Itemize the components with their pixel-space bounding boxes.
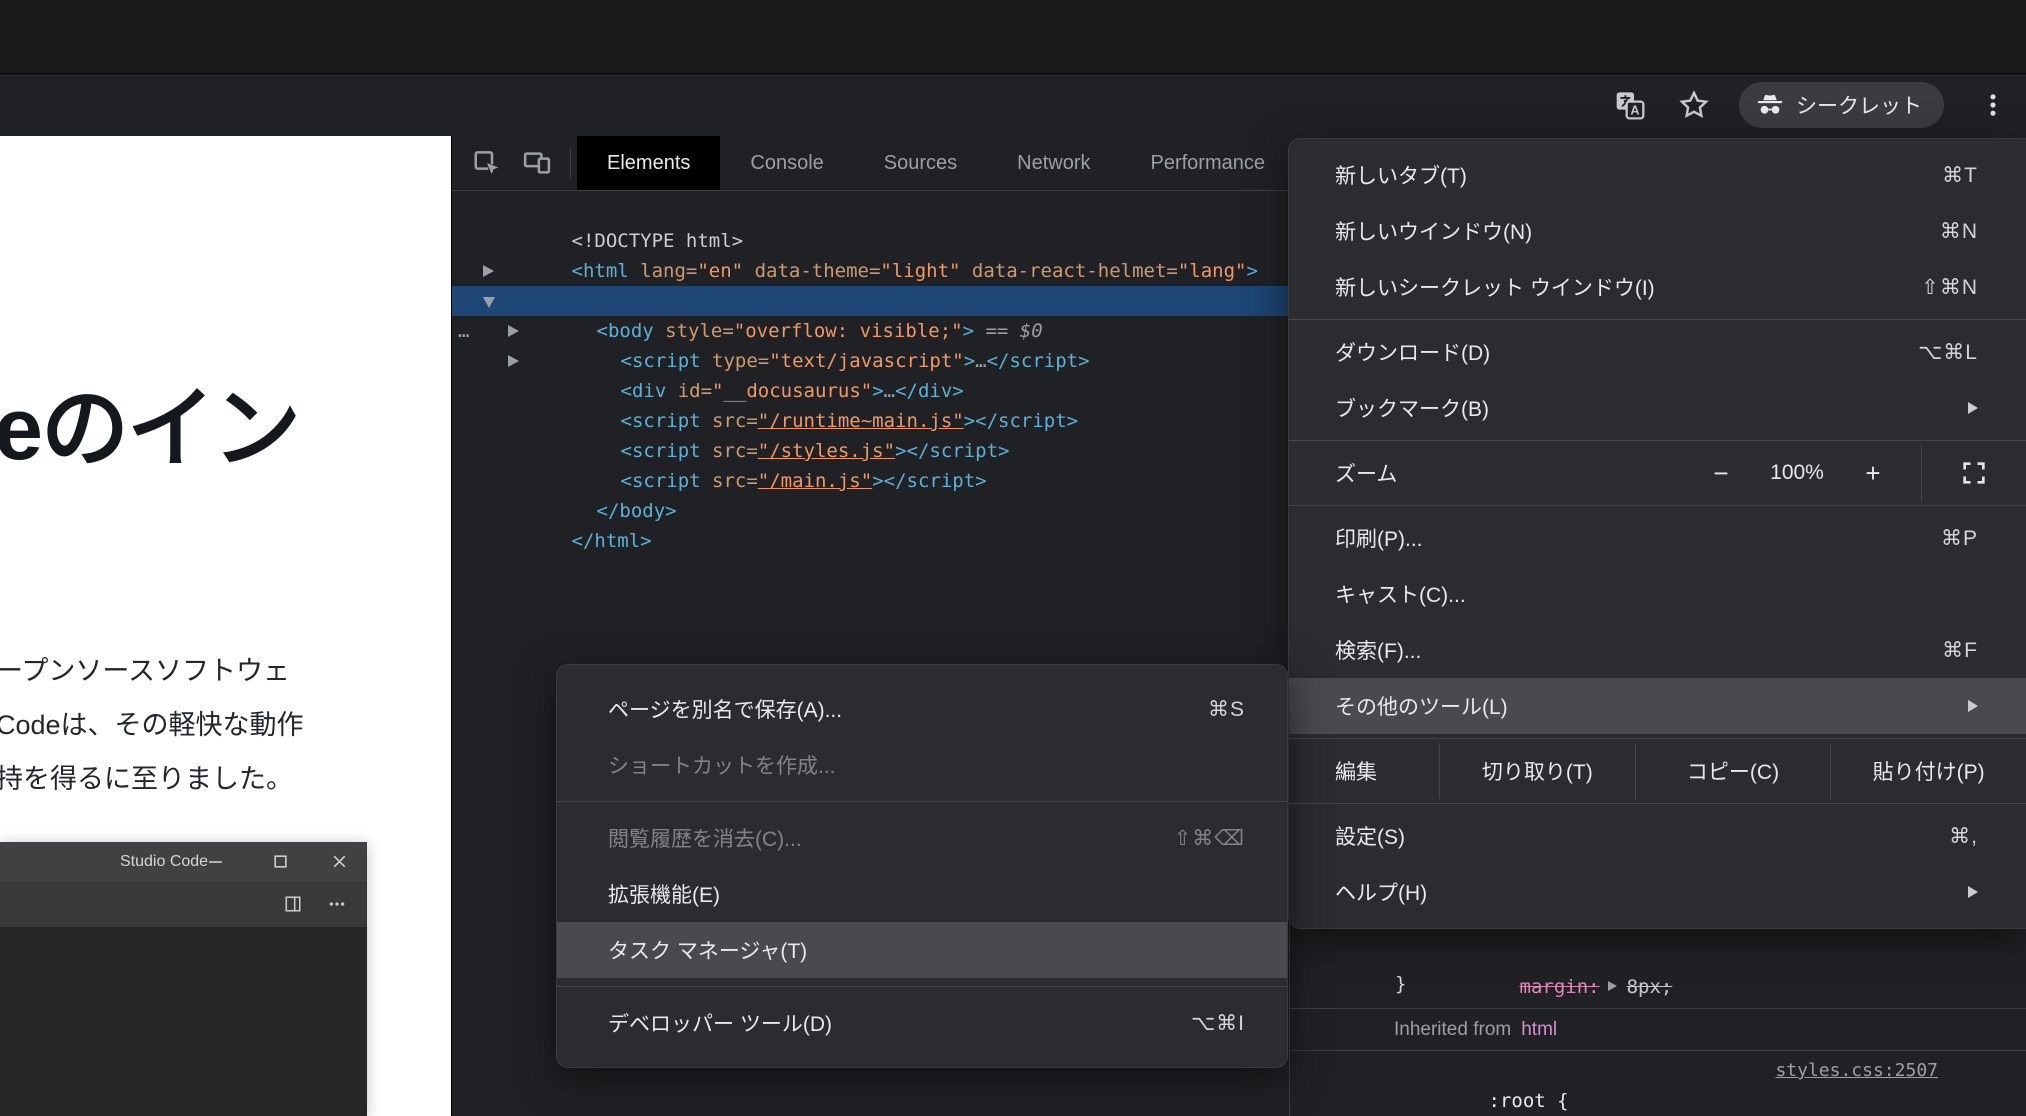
expand-arrow-icon[interactable] <box>483 265 494 277</box>
translate-icon[interactable]: A <box>1611 86 1649 124</box>
submenu-item-clear-browsing-data: 閲覧履歴を消去(C)... ⇧⌘⌫ <box>557 810 1287 866</box>
device-toolbar-icon[interactable] <box>522 148 552 178</box>
close-icon <box>331 853 348 870</box>
submenu-chevron-icon <box>1968 886 1978 898</box>
tab-network[interactable]: Network <box>987 136 1120 190</box>
copy-button[interactable]: コピー(C) <box>1636 743 1831 799</box>
fullscreen-button[interactable] <box>1922 459 2026 487</box>
incognito-badge: シークレット <box>1739 82 1944 128</box>
submenu-chevron-icon <box>1968 700 1978 712</box>
maximize-icon <box>272 853 289 870</box>
more-tools-submenu: ページを別名で保存(A)... ⌘S ショートカットを作成... 閲覧履歴を消去… <box>556 664 1288 1068</box>
more-actions-icon <box>328 895 346 913</box>
css-closing-brace: } <box>1395 969 1406 999</box>
menu-separator <box>1289 738 2026 739</box>
toolbar-right-cluster: A シークレット <box>1611 74 2026 136</box>
submenu-item-task-manager[interactable]: タスク マネージャ(T) <box>557 922 1287 978</box>
webpage-content: eのイン ープンソースソフトウェ Codeは、その軽快な動作 持を得るに至りまし… <box>0 136 451 1116</box>
tab-console[interactable]: Console <box>720 136 853 190</box>
paragraph-line: 持を得るに至りました。 <box>0 752 304 806</box>
collapse-arrow-icon[interactable] <box>483 297 495 308</box>
tab-elements[interactable]: Elements <box>577 136 720 190</box>
menu-item-more-tools[interactable]: その他のツール(L) <box>1289 678 2026 734</box>
incognito-icon <box>1755 90 1785 120</box>
paragraph-line: Codeは、その軽快な動作 <box>0 698 304 752</box>
styles-pane: margin:8px; } Inherited fromhtml :root {… <box>1289 920 2026 1116</box>
menu-item-new-incognito-window[interactable]: 新しいシークレット ウインドウ(I) ⇧⌘N <box>1289 259 2026 315</box>
submenu-item-create-shortcut: ショートカットを作成... <box>557 737 1287 793</box>
menu-item-downloads[interactable]: ダウンロード(D) ⌥⌘L <box>1289 324 2026 380</box>
stylesheet-source-link[interactable]: styles.css:2507 <box>1775 1056 1938 1086</box>
menu-item-zoom: ズーム − 100% + <box>1289 445 2026 501</box>
menu-separator <box>1289 803 2026 804</box>
browser-menu: 新しいタブ(T) ⌘T 新しいウインドウ(N) ⌘N 新しいシークレット ウイン… <box>1288 138 2026 929</box>
split-editor-icon <box>284 895 302 913</box>
inherited-element-link[interactable]: html <box>1521 1019 1557 1040</box>
inspect-element-icon[interactable] <box>472 148 502 178</box>
zoom-controls: − 100% + <box>1695 445 2026 501</box>
menu-item-new-tab[interactable]: 新しいタブ(T) ⌘T <box>1289 147 2026 203</box>
vscode-editor-area: avaScript, Python, PHP, Azure, Docker... <box>0 927 367 1116</box>
menu-separator <box>1289 505 2026 506</box>
toolbar-divider <box>570 147 571 179</box>
css-declaration-margin[interactable]: margin:8px; <box>1428 942 1672 972</box>
menu-item-cast[interactable]: キャスト(C)... <box>1289 566 2026 622</box>
incognito-label: シークレット <box>1796 90 1922 120</box>
shorthand-expand-icon[interactable] <box>1608 981 1617 991</box>
paste-button[interactable]: 貼り付け(P) <box>1831 743 2026 799</box>
devtools-tabs: Elements Console Sources Network Perform… <box>577 136 1295 190</box>
edit-label: 編集 <box>1289 743 1439 799</box>
page-paragraph: ープンソースソフトウェ Codeは、その軽快な動作 持を得るに至りました。 <box>0 644 304 806</box>
menu-separator <box>1289 319 2026 320</box>
menu-item-help[interactable]: ヘルプ(H) <box>1289 864 2026 920</box>
window-top-strip <box>0 0 2026 74</box>
browser-toolbar: A シークレット <box>0 74 2026 136</box>
vscode-screenshot: Studio Code <box>0 842 367 1116</box>
submenu-chevron-icon <box>1968 402 1978 414</box>
menu-separator <box>557 986 1287 987</box>
expand-arrow-icon[interactable] <box>508 355 519 367</box>
menu-separator <box>557 801 1287 802</box>
menu-item-bookmarks[interactable]: ブックマーク(B) <box>1289 380 2026 436</box>
css-rule-root[interactable]: :root { styles.css:2507 <box>1397 1056 2026 1086</box>
submenu-item-extensions[interactable]: 拡張機能(E) <box>557 866 1287 922</box>
menu-item-new-window[interactable]: 新しいウインドウ(N) ⌘N <box>1289 203 2026 259</box>
vscode-titlebar: Studio Code <box>0 842 367 881</box>
css-declaration-custom-property[interactable]: --docusaurus-announcement-bar-height: <box>1456 1088 1971 1116</box>
menu-item-find[interactable]: 検索(F)... ⌘F <box>1289 622 2026 678</box>
zoom-level: 100% <box>1747 461 1847 485</box>
submenu-item-developer-tools[interactable]: デベロッパー ツール(D) ⌥⌘I <box>557 995 1287 1051</box>
menu-separator <box>1289 440 2026 441</box>
cut-button[interactable]: 切り取り(T) <box>1440 743 1635 799</box>
page-heading: eのイン <box>0 358 299 485</box>
zoom-in-button[interactable]: + <box>1847 458 1899 489</box>
menu-item-edit: 編集 切り取り(T) コピー(C) 貼り付け(P) <box>1289 743 2026 799</box>
menu-item-print[interactable]: 印刷(P)... ⌘P <box>1289 510 2026 566</box>
vscode-window-title: Studio Code <box>120 842 208 881</box>
minimize-icon <box>207 853 224 870</box>
expand-arrow-icon[interactable] <box>508 325 519 337</box>
screen: A シークレット <box>0 0 2026 1116</box>
menu-item-settings[interactable]: 設定(S) ⌘, <box>1289 808 2026 864</box>
tab-performance[interactable]: Performance <box>1121 136 1296 190</box>
submenu-item-save-page-as[interactable]: ページを別名で保存(A)... ⌘S <box>557 681 1287 737</box>
paragraph-line: ープンソースソフトウェ <box>0 644 304 698</box>
vscode-toolbar <box>0 881 367 927</box>
browser-menu-icon[interactable] <box>1974 86 2012 124</box>
svg-text:A: A <box>1630 104 1639 118</box>
tab-sources[interactable]: Sources <box>854 136 987 190</box>
inherited-from-bar: Inherited fromhtml <box>1290 1008 2026 1051</box>
bookmark-star-icon[interactable] <box>1675 86 1713 124</box>
zoom-out-button[interactable]: − <box>1695 458 1747 489</box>
